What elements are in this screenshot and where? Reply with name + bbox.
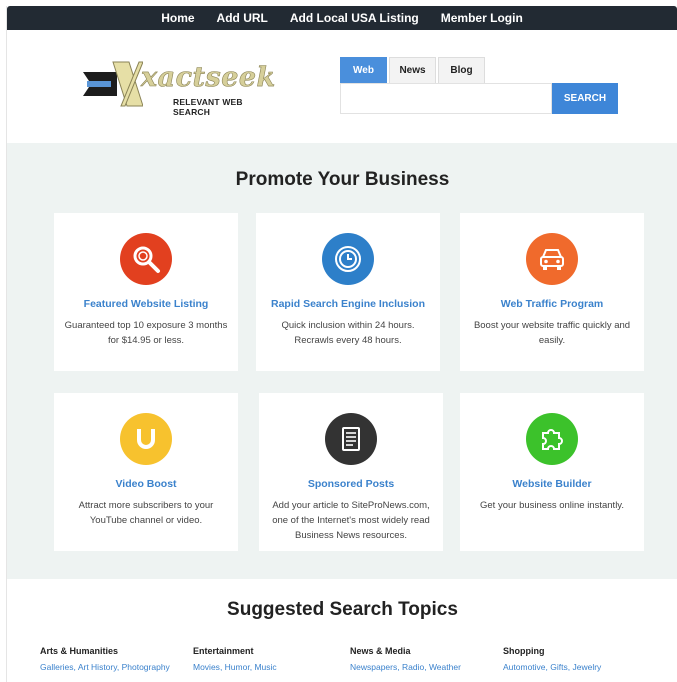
- card-description: Attract more subscribers to your YouTube…: [78, 500, 214, 526]
- document-icon: [325, 413, 377, 465]
- card-title[interactable]: Sponsored Posts: [259, 478, 443, 490]
- suggested-topics-section: Suggested Search Topics Arts & Humanitie…: [7, 579, 677, 682]
- topic-link[interactable]: Music: [254, 662, 276, 672]
- topic-link[interactable]: Photography: [122, 662, 170, 672]
- search-input[interactable]: [340, 83, 552, 114]
- logo-mark-icon: [83, 61, 143, 107]
- nav-add-local-listing[interactable]: Add Local USA Listing: [290, 11, 419, 25]
- topic-title[interactable]: Shopping: [503, 646, 601, 656]
- card-description: Quick inclusion within 24 hours. Recrawl…: [281, 320, 415, 346]
- search-widget: Web News Blog SEARCH: [340, 57, 618, 114]
- card-video-boost[interactable]: Video Boost Attract more subscribers to …: [54, 393, 238, 551]
- tab-news[interactable]: News: [389, 57, 436, 83]
- promote-section: Promote Your Business Featured Website L…: [7, 143, 677, 579]
- topic-title[interactable]: Arts & Humanities: [40, 646, 170, 656]
- topic-link[interactable]: Jewelry: [572, 662, 601, 672]
- page: Home Add URL Add Local USA Listing Membe…: [6, 6, 677, 682]
- promote-heading: Promote Your Business: [235, 169, 450, 190]
- card-description: Guaranteed top 10 exposure 3 months for …: [64, 320, 228, 346]
- clock-icon: [322, 233, 374, 285]
- card-title[interactable]: Featured Website Listing: [54, 298, 238, 310]
- topic-arts-humanities: Arts & Humanities Galleries, Art History…: [40, 646, 170, 672]
- car-icon: [526, 233, 578, 285]
- topic-links: Newspapers, Radio, Weather: [350, 662, 461, 672]
- header: xactseek RELEVANT WEB SEARCH Web News Bl…: [7, 30, 677, 143]
- card-description: Add your article to SiteProNews.com, one…: [272, 500, 430, 541]
- topic-shopping: Shopping Automotive, Gifts, Jewelry: [503, 646, 601, 672]
- tab-blog[interactable]: Blog: [438, 57, 485, 83]
- tab-web[interactable]: Web: [340, 57, 387, 83]
- topic-link[interactable]: Weather: [429, 662, 461, 672]
- top-nav: Home Add URL Add Local USA Listing Membe…: [7, 6, 677, 30]
- topic-title[interactable]: News & Media: [350, 646, 461, 656]
- card-featured-listing[interactable]: Featured Website Listing Guaranteed top …: [54, 213, 238, 371]
- topic-link[interactable]: Automotive: [503, 662, 546, 672]
- nav-add-url[interactable]: Add URL: [217, 11, 268, 25]
- magnifier-icon: [120, 233, 172, 285]
- topics-heading: Suggested Search Topics: [227, 599, 458, 620]
- search-row: SEARCH: [340, 83, 618, 114]
- search-tabs: Web News Blog: [340, 57, 618, 83]
- logo-tagline: RELEVANT WEB SEARCH: [173, 97, 243, 117]
- card-rapid-inclusion[interactable]: Rapid Search Engine Inclusion Quick incl…: [256, 213, 440, 371]
- search-button[interactable]: SEARCH: [552, 83, 618, 114]
- topic-link[interactable]: Art History: [78, 662, 117, 672]
- magnet-icon: [120, 413, 172, 465]
- nav-home[interactable]: Home: [161, 11, 194, 25]
- topic-news-media: News & Media Newspapers, Radio, Weather: [350, 646, 461, 672]
- card-title[interactable]: Web Traffic Program: [460, 298, 644, 310]
- card-title[interactable]: Rapid Search Engine Inclusion: [256, 298, 440, 310]
- site-logo[interactable]: xactseek RELEVANT WEB SEARCH: [83, 54, 276, 117]
- card-web-traffic[interactable]: Web Traffic Program Boost your website t…: [460, 213, 644, 371]
- card-description: Boost your website traffic quickly and e…: [473, 320, 631, 346]
- topic-links: Automotive, Gifts, Jewelry: [503, 662, 602, 672]
- card-sponsored-posts[interactable]: Sponsored Posts Add your article to Site…: [259, 393, 443, 551]
- puzzle-icon: [526, 413, 578, 465]
- topic-entertainment: Entertainment Movies, Humor, Music: [193, 646, 277, 672]
- topic-link[interactable]: Radio: [402, 662, 424, 672]
- card-website-builder[interactable]: Website Builder Get your business online…: [460, 393, 644, 551]
- topic-link[interactable]: Galleries: [40, 662, 74, 672]
- card-description: Get your business online instantly.: [480, 500, 624, 511]
- topic-link[interactable]: Humor: [225, 662, 250, 672]
- logo-wordmark: xactseek: [141, 62, 276, 94]
- topic-links: Movies, Humor, Music: [193, 662, 277, 672]
- card-title[interactable]: Website Builder: [460, 478, 644, 490]
- nav-member-login[interactable]: Member Login: [441, 11, 523, 25]
- card-title[interactable]: Video Boost: [54, 478, 238, 490]
- topic-title[interactable]: Entertainment: [193, 646, 277, 656]
- topic-link[interactable]: Movies: [193, 662, 220, 672]
- topic-link[interactable]: Newspapers: [350, 662, 397, 672]
- topic-links: Galleries, Art History, Photography: [40, 662, 170, 672]
- topic-link[interactable]: Gifts: [550, 662, 567, 672]
